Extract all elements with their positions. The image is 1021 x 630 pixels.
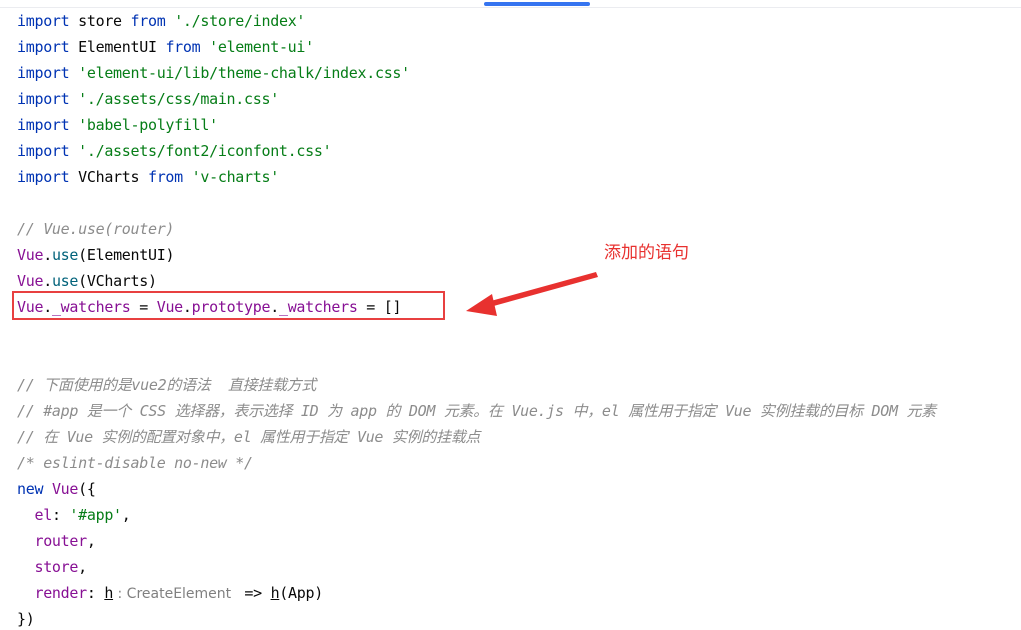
code-token: // 在 Vue 实例的配置对象中，el 属性用于指定 Vue 实例的挂载点: [17, 428, 481, 446]
code-token: ,: [78, 558, 87, 576]
code-token: 'element-ui': [209, 38, 314, 56]
code-token: router: [34, 532, 87, 550]
code-token: }): [17, 610, 35, 628]
code-token: // #app 是一个 CSS 选择器，表示选择 ID 为 app 的 DOM …: [17, 402, 936, 420]
code-token: './assets/font2/iconfont.css': [78, 142, 332, 160]
code-token: render: [34, 584, 87, 602]
code-token: ({: [78, 480, 96, 498]
code-token: import: [17, 90, 70, 108]
code-token: 'element-ui/lib/theme-chalk/index.css': [78, 64, 410, 82]
code-line[interactable]: router,: [17, 528, 936, 554]
code-token: import: [17, 12, 70, 30]
code-line[interactable]: import ElementUI from 'element-ui': [17, 34, 936, 60]
code-line[interactable]: ​: [17, 320, 936, 346]
code-token: Vue: [17, 272, 44, 290]
code-token: (ElementUI): [78, 246, 175, 264]
code-token: import: [17, 64, 70, 82]
code-token: ,: [121, 506, 131, 524]
code-token: (App): [279, 584, 323, 602]
code-token: :: [86, 584, 105, 602]
type-hint: : CreateElement: [113, 586, 236, 602]
code-token: .: [43, 246, 52, 264]
code-token: ,: [86, 532, 96, 550]
code-token: 'v-charts': [191, 168, 280, 186]
code-token: :: [51, 506, 70, 524]
code-token: from: [165, 38, 201, 56]
code-token: Vue: [17, 246, 44, 264]
code-line[interactable]: import store from './store/index': [17, 8, 936, 34]
code-token: .: [43, 272, 52, 290]
code-line[interactable]: el: '#app',: [17, 502, 936, 528]
horizontal-scroll-thumb[interactable]: [484, 2, 590, 6]
code-line[interactable]: import './assets/css/main.css': [17, 86, 936, 112]
code-token: import: [17, 38, 70, 56]
code-line[interactable]: import VCharts from 'v-charts': [17, 164, 936, 190]
code-line[interactable]: store,: [17, 554, 936, 580]
editor-top-bar: [0, 0, 1021, 8]
code-line[interactable]: // 在 Vue 实例的配置对象中，el 属性用于指定 Vue 实例的挂载点: [17, 424, 936, 450]
code-line[interactable]: ​: [17, 190, 936, 216]
code-token: ElementUI: [69, 38, 166, 56]
code-line[interactable]: // Vue.use(router): [17, 216, 936, 242]
code-line[interactable]: Vue.use(ElementUI): [17, 242, 936, 268]
code-line[interactable]: ​: [17, 346, 936, 372]
code-token: import: [17, 116, 70, 134]
code-token: (VCharts): [78, 272, 157, 290]
code-token: Vue: [51, 480, 79, 498]
code-token: store: [69, 12, 131, 30]
code-line[interactable]: import './assets/font2/iconfont.css': [17, 138, 936, 164]
code-line[interactable]: render: h : CreateElement => h(App): [17, 580, 936, 606]
code-token: import: [17, 142, 70, 160]
code-token: VCharts: [69, 168, 148, 186]
code-line[interactable]: // 下面使用的是vue2的语法 直接挂载方式: [17, 372, 936, 398]
code-token: // 下面使用的是vue2的语法 直接挂载方式: [17, 376, 317, 394]
highlight-box: [12, 291, 445, 320]
code-token: '#app': [69, 506, 122, 524]
annotation-label: 添加的语句: [604, 243, 689, 263]
code-token: 'babel-polyfill': [78, 116, 218, 134]
code-token: import: [17, 168, 70, 186]
code-line[interactable]: // #app 是一个 CSS 选择器，表示选择 ID 为 app 的 DOM …: [17, 398, 936, 424]
code-token: // Vue.use(router): [17, 220, 175, 238]
code-token: from: [130, 12, 166, 30]
code-token: el: [34, 506, 52, 524]
code-token: h: [104, 584, 114, 602]
code-token: './store/index': [174, 12, 306, 30]
code-token: from: [147, 168, 183, 186]
code-token: './assets/css/main.css': [78, 90, 279, 108]
code-token: h: [270, 584, 280, 602]
code-line[interactable]: /* eslint-disable no-new */: [17, 450, 936, 476]
code-line[interactable]: import 'babel-polyfill': [17, 112, 936, 138]
code-line[interactable]: }): [17, 606, 936, 630]
code-token: new: [17, 480, 44, 498]
code-token: use: [51, 246, 79, 264]
code-line[interactable]: new Vue({: [17, 476, 936, 502]
code-token: /* eslint-disable no-new */: [17, 454, 253, 472]
code-token: =>: [235, 584, 271, 602]
code-line[interactable]: import 'element-ui/lib/theme-chalk/index…: [17, 60, 936, 86]
code-token: store: [34, 558, 79, 576]
code-token: use: [51, 272, 79, 290]
